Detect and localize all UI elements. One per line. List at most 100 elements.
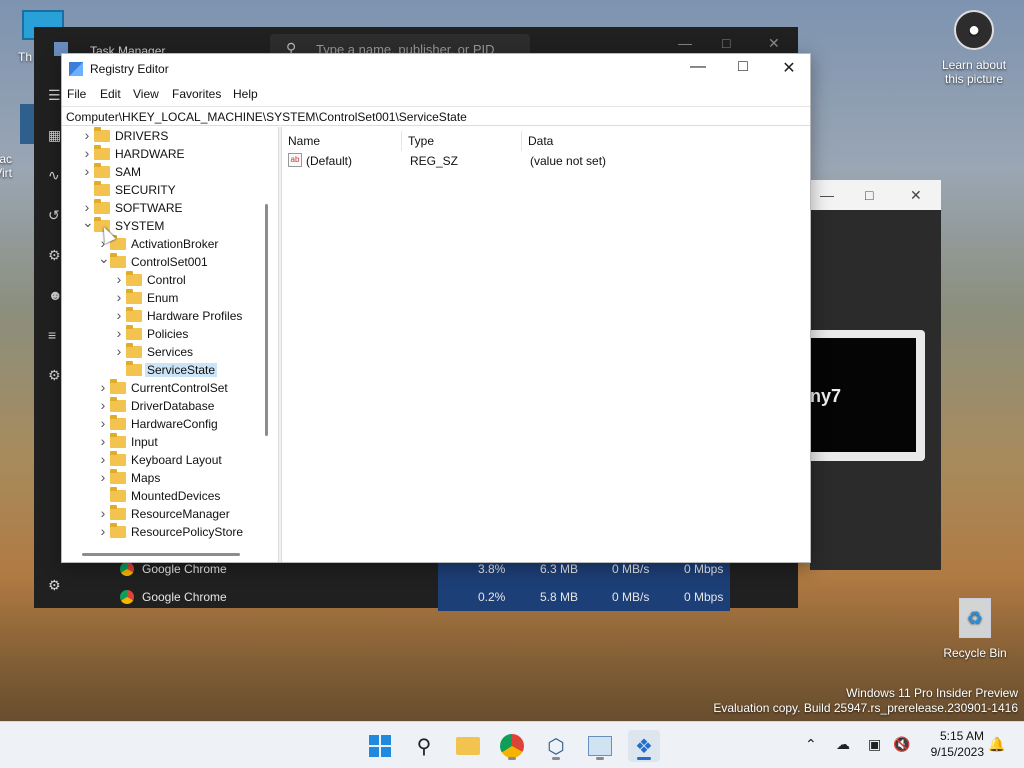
chrome-icon bbox=[120, 562, 134, 576]
address-bar[interactable]: Computer\HKEY_LOCAL_MACHINE\SYSTEM\Contr… bbox=[62, 106, 810, 126]
recycle-bin[interactable]: ♻ Recycle Bin bbox=[938, 598, 1012, 660]
taskbar-file-explorer[interactable] bbox=[452, 730, 484, 762]
virtual-machine-window[interactable]: — □ ✕ ny7 bbox=[810, 180, 941, 570]
start-button[interactable] bbox=[364, 730, 396, 762]
minimize-button[interactable]: — bbox=[683, 58, 713, 76]
tree-vertical-scrollbar[interactable] bbox=[265, 204, 268, 436]
maximize-button[interactable]: □ bbox=[728, 58, 758, 76]
column-header-data[interactable]: Data bbox=[522, 131, 810, 151]
values-list[interactable]: Name Type Data ab (Default) REG_SZ (valu… bbox=[282, 127, 810, 562]
tree-node-label: SOFTWARE bbox=[115, 201, 183, 215]
folder-icon bbox=[126, 361, 142, 376]
vm-preview-text: ny7 bbox=[810, 386, 842, 406]
chevron-right-icon[interactable]: › bbox=[98, 433, 108, 449]
tree-horizontal-scrollbar[interactable] bbox=[82, 553, 240, 556]
folder-icon bbox=[110, 379, 126, 394]
chevron-right-icon[interactable]: › bbox=[98, 505, 108, 521]
close-button[interactable]: ✕ bbox=[774, 58, 804, 78]
clock-time: 5:15 AM bbox=[939, 729, 984, 743]
folder-icon bbox=[110, 397, 126, 412]
taskbar: ⚲ ⬡ ❖ ⌃ ☁ ▣ 🔇 5:15 AM 9/15/2023 🔔 bbox=[0, 721, 1024, 768]
show-hidden-icons-chevron-up-icon[interactable]: ⌃ bbox=[805, 736, 817, 753]
clock[interactable]: 5:15 AM 9/15/2023 bbox=[924, 729, 984, 759]
chevron-right-icon[interactable]: › bbox=[82, 199, 92, 215]
vm-title-bar: — □ ✕ bbox=[810, 180, 941, 210]
processes-icon[interactable]: ▦ bbox=[48, 127, 61, 144]
taskbar-registry-editor[interactable]: ❖ bbox=[628, 730, 660, 762]
volume-muted-icon[interactable]: 🔇 bbox=[893, 736, 910, 753]
close-button[interactable]: ✕ bbox=[910, 187, 922, 204]
app-history-icon[interactable]: ↺ bbox=[48, 207, 60, 224]
maximize-button[interactable]: □ bbox=[865, 187, 873, 203]
cpu-value: 0.2% bbox=[478, 590, 506, 604]
close-button[interactable]: ✕ bbox=[768, 35, 780, 52]
startup-icon[interactable]: ⚙ bbox=[48, 247, 61, 264]
menu-favorites[interactable]: Favorites bbox=[172, 87, 221, 101]
tree-node-label: Input bbox=[131, 435, 158, 449]
taskbar-task-manager[interactable] bbox=[584, 730, 616, 762]
chevron-right-icon[interactable]: › bbox=[98, 379, 108, 395]
minimize-button[interactable]: — bbox=[678, 35, 692, 51]
chevron-down-icon[interactable]: ⌄ bbox=[98, 250, 110, 267]
running-indicator bbox=[508, 757, 516, 760]
chevron-right-icon[interactable]: › bbox=[114, 271, 124, 287]
maximize-button[interactable]: □ bbox=[722, 35, 730, 51]
folder-icon bbox=[126, 271, 142, 286]
chevron-right-icon[interactable]: › bbox=[98, 451, 108, 467]
chevron-right-icon[interactable]: › bbox=[98, 523, 108, 539]
table-row[interactable]: Google Chrome 0.2% 5.8 MB 0 MB/s 0 Mbps bbox=[114, 583, 730, 611]
menu-edit[interactable]: Edit bbox=[100, 87, 121, 101]
onedrive-icon[interactable]: ☁ bbox=[836, 736, 850, 753]
chevron-right-icon[interactable]: › bbox=[114, 325, 124, 341]
window-title: Registry Editor bbox=[90, 62, 169, 76]
chevron-right-icon[interactable]: › bbox=[114, 289, 124, 305]
chrome-icon bbox=[500, 734, 524, 758]
task-manager-icon bbox=[588, 736, 612, 756]
registry-tree[interactable]: › DRIVERS › HARDWARE › SAM SECURITY › SOFTWARE ⌄ S… bbox=[62, 127, 278, 562]
disk-value: 0 MB/s bbox=[612, 562, 650, 576]
settings-icon[interactable]: ⚙ bbox=[48, 577, 61, 594]
process-name: Google Chrome bbox=[142, 590, 227, 604]
tree-node-label: Control bbox=[147, 273, 186, 287]
taskbar-chrome[interactable] bbox=[496, 730, 528, 762]
menu-help[interactable]: Help bbox=[233, 87, 258, 101]
watermark-line-1: Windows 11 Pro Insider Preview bbox=[846, 686, 1018, 700]
network-icon[interactable]: ▣ bbox=[868, 736, 881, 753]
tree-node-label: HARDWARE bbox=[115, 147, 185, 161]
column-header-type[interactable]: Type bbox=[402, 131, 522, 151]
learn-about-picture-icon[interactable]: ● Learn about this picture bbox=[937, 10, 1011, 86]
taskbar-search-button[interactable]: ⚲ bbox=[408, 730, 440, 762]
details-icon[interactable]: ≡ bbox=[48, 327, 56, 343]
chevron-right-icon[interactable]: › bbox=[98, 415, 108, 431]
hamburger-menu-icon[interactable]: ☰ bbox=[48, 87, 61, 104]
folder-icon bbox=[110, 415, 126, 430]
chevron-right-icon[interactable]: › bbox=[82, 145, 92, 161]
registry-editor-window[interactable]: Registry Editor — □ ✕ File Edit View Fav… bbox=[61, 53, 811, 563]
vm-preview-screen: ny7 bbox=[810, 338, 916, 452]
tree-node-label: ActivationBroker bbox=[131, 237, 219, 251]
chevron-right-icon[interactable]: › bbox=[82, 163, 92, 179]
menu-view[interactable]: View bbox=[133, 87, 159, 101]
services-icon[interactable]: ⚙ bbox=[48, 367, 61, 384]
tree-node-label: Policies bbox=[147, 327, 189, 341]
value-name: (Default) bbox=[306, 154, 353, 168]
folder-icon bbox=[110, 253, 126, 268]
notification-bell-icon[interactable]: 🔔 bbox=[988, 736, 1005, 753]
windows-watermark: Windows 11 Pro Insider Preview Evaluatio… bbox=[713, 686, 1018, 715]
chevron-down-icon[interactable]: ⌄ bbox=[82, 214, 94, 231]
chrome-icon bbox=[120, 590, 134, 604]
chevron-right-icon[interactable]: › bbox=[114, 343, 124, 359]
minimize-button[interactable]: — bbox=[820, 187, 834, 203]
menu-file[interactable]: File bbox=[67, 87, 86, 101]
chevron-right-icon[interactable]: › bbox=[82, 127, 92, 143]
chevron-right-icon[interactable]: › bbox=[98, 469, 108, 485]
chevron-right-icon[interactable]: › bbox=[98, 397, 108, 413]
camera-icon: ● bbox=[954, 10, 994, 50]
folder-icon bbox=[110, 523, 126, 538]
taskbar-virtualbox[interactable]: ⬡ bbox=[540, 730, 572, 762]
chevron-right-icon[interactable]: › bbox=[114, 307, 124, 323]
folder-icon bbox=[94, 163, 110, 178]
performance-icon[interactable]: ∿ bbox=[48, 167, 60, 184]
folder-icon bbox=[126, 343, 142, 358]
column-header-name[interactable]: Name bbox=[282, 131, 402, 151]
